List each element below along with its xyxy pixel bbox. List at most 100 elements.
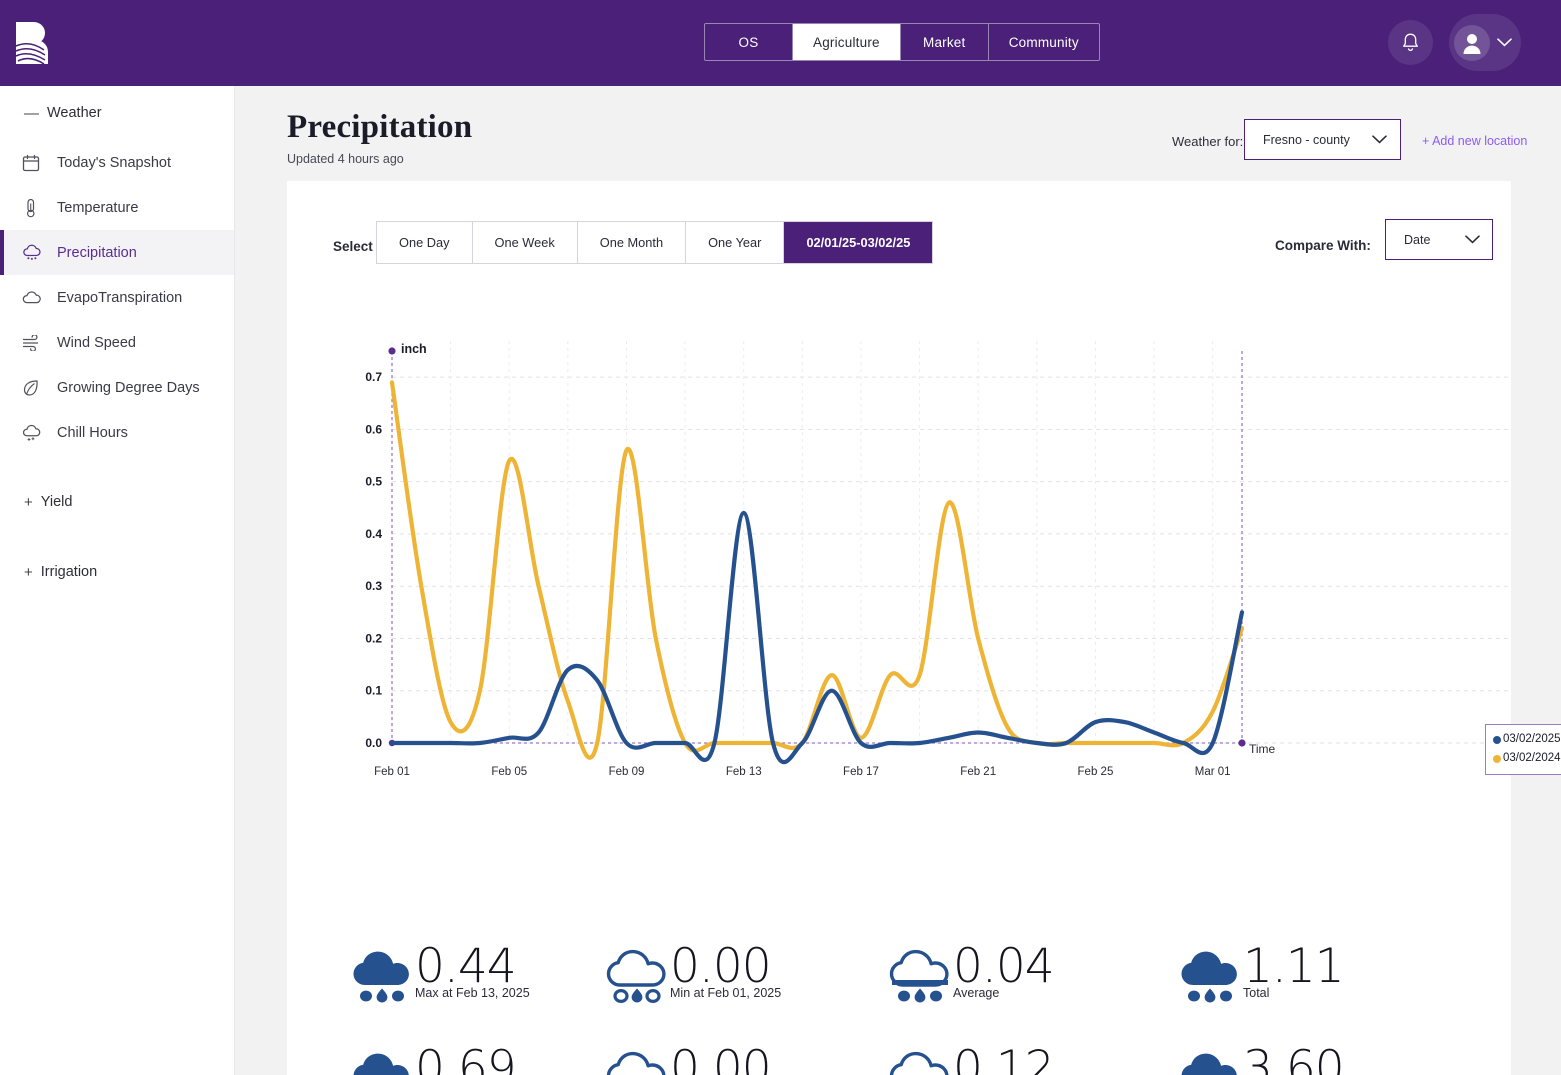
cloud-rain-filled-icon [1177, 1051, 1247, 1075]
svg-text:0.7: 0.7 [365, 370, 382, 384]
nav-tab-label: Agriculture [813, 34, 880, 50]
stat-text: 0.44 Max at Feb 13, 2025 [415, 941, 530, 1001]
sidebar-item-precipitation[interactable]: Precipitation [0, 230, 234, 275]
svg-text:0.3: 0.3 [365, 579, 382, 593]
chevron-down-icon [1372, 135, 1387, 144]
sidebar-group-label: Weather [47, 105, 102, 121]
cloud-rain-filled-icon [1177, 949, 1247, 1007]
location-select[interactable]: Fresno - county [1244, 119, 1401, 160]
sidebar-group-label: Yield [40, 494, 73, 510]
sidebar-group-yield[interactable]: + Yield [0, 477, 234, 527]
leaf-icon [22, 377, 48, 399]
user-menu[interactable] [1449, 14, 1521, 71]
svg-text:0.1: 0.1 [365, 684, 382, 698]
stat-min-2024: 0.00 Min at Feb 08, 2024 [587, 1043, 877, 1075]
cloud-rain-outline-icon [604, 1051, 674, 1075]
stat-text: 0.12 Average [953, 1041, 1055, 1075]
sidebar-group-irrigation[interactable]: + Irrigation [0, 547, 234, 597]
sidebar: — Weather Today's Snapshot Temperature P… [0, 86, 235, 1075]
rain-cloud-icon [22, 242, 48, 264]
tooltip-row-2025: 03/02/2025 0.25IN [1493, 730, 1561, 749]
stat-total-2024: 3.60 Total [1172, 1043, 1462, 1075]
svg-text:Feb 17: Feb 17 [843, 766, 879, 778]
page-title: Precipitation [287, 109, 473, 145]
svg-text:0.4: 0.4 [365, 527, 382, 541]
range-tab-label: One Year [708, 235, 762, 250]
range-tab-label: One Week [494, 235, 555, 250]
chart-x-axis-labels: Feb 01 Feb 05 Feb 09 Feb 13 Feb 17 Feb 21 Feb … [374, 766, 1230, 778]
nav-tab-label: Market [923, 34, 966, 50]
compare-with-select[interactable]: Date [1385, 219, 1493, 260]
sidebar-item-label: Today's Snapshot [57, 154, 172, 171]
sidebar-item-todays-snapshot[interactable]: Today's Snapshot [0, 140, 234, 185]
range-tab-custom-dates[interactable]: 02/01/25-03/02/25 [784, 222, 933, 263]
chart-y-axis-unit: inch [401, 342, 427, 356]
last-updated-text: Updated 4 hours ago [287, 152, 404, 166]
range-tab-label: 02/01/25-03/02/25 [806, 235, 911, 250]
main-nav-tabs: OS Agriculture Market Community [704, 23, 1100, 61]
stat-average-2025: 0.04 Average [877, 941, 1172, 1043]
stat-value: 0.12 [953, 1041, 1055, 1075]
brand-logo[interactable] [14, 20, 58, 66]
stat-caption: Min at Feb 01, 2025 [670, 986, 782, 1000]
nav-tab-label: OS [738, 34, 759, 50]
tooltip-row-2024: 03/02/2024 0.22IN [1493, 749, 1561, 768]
add-new-location-link[interactable]: + Add new location [1422, 134, 1527, 148]
stat-value: 0.69 [415, 1041, 517, 1075]
cloud-icon [22, 287, 48, 309]
stat-value: 3.60 [1243, 1041, 1345, 1075]
range-tab-one-year[interactable]: One Year [686, 222, 785, 263]
sidebar-item-wind-speed[interactable]: Wind Speed [0, 320, 234, 365]
cloud-rain-filled-icon [349, 1051, 419, 1075]
chart-x-axis-unit: Time [1249, 742, 1276, 756]
range-tabs: One Day One Week One Month One Year 02/0… [376, 221, 934, 264]
stat-text: 0.00 Min at Feb 08, 2024 [670, 1043, 781, 1075]
range-tab-one-month[interactable]: One Month [578, 222, 687, 263]
tooltip-dot-2025 [1493, 735, 1501, 744]
sidebar-item-temperature[interactable]: Temperature [0, 185, 234, 230]
sidebar-item-chill-hours[interactable]: Chill Hours [0, 410, 234, 455]
svg-text:0.2: 0.2 [365, 631, 382, 645]
range-tab-one-week[interactable]: One Week [473, 222, 578, 263]
stat-value: 0.00 [670, 1041, 772, 1075]
sidebar-item-label: EvapoTranspiration [57, 289, 183, 306]
range-tab-label: One Month [599, 235, 664, 250]
svg-text:0.5: 0.5 [365, 475, 382, 489]
sidebar-group-label: Irrigation [40, 564, 98, 580]
svg-text:Mar 01: Mar 01 [1195, 766, 1231, 778]
range-tab-one-day[interactable]: One Day [377, 222, 473, 263]
stat-max-2025: 0.44 Max at Feb 13, 2025 [287, 941, 587, 1043]
location-select-value: Fresno - county [1263, 132, 1350, 147]
svg-text:Feb 13: Feb 13 [726, 766, 762, 778]
nav-tab-agriculture[interactable]: Agriculture [793, 24, 901, 60]
nav-tab-community[interactable]: Community [989, 24, 1099, 60]
sidebar-group-weather[interactable]: — Weather [0, 86, 234, 140]
app-root: OS Agriculture Market Community — Weathe… [0, 0, 1561, 1075]
svg-text:Feb 21: Feb 21 [960, 766, 996, 778]
chart-tooltip: 03/02/2025 0.25IN 03/02/2024 0.22IN [1485, 724, 1561, 775]
nav-tab-os[interactable]: OS [705, 24, 793, 60]
compare-with-value: Date [1404, 232, 1431, 247]
calendar-icon [22, 152, 48, 174]
svg-text:Feb 01: Feb 01 [374, 766, 410, 778]
stat-average-2024: 0.12 Average [877, 1043, 1172, 1075]
tooltip-date: 03/02/2025 [1503, 733, 1561, 745]
sidebar-item-label: Growing Degree Days [57, 379, 200, 396]
stat-text: 1.11 Total [1243, 941, 1345, 1001]
chart-y-axis-labels: 0.0 0.1 0.2 0.3 0.4 0.5 0.6 0.7 [365, 370, 382, 750]
nav-tab-market[interactable]: Market [901, 24, 989, 60]
tooltip-date: 03/02/2024 [1503, 752, 1561, 764]
chart-cursor-handle-left[interactable] [388, 347, 396, 355]
thermometer-icon [22, 197, 48, 219]
sidebar-item-label: Chill Hours [57, 424, 128, 441]
collapse-icon: — [24, 104, 39, 122]
chart-cursor-handle-right[interactable] [1238, 739, 1246, 747]
precipitation-chart: 0.0 0.1 0.2 0.3 0.4 0.5 0.6 0.7 Feb 01 Feb 05 Feb… [287, 331, 1561, 861]
notifications-button[interactable] [1388, 20, 1433, 65]
weather-for-label: Weather for: [1172, 134, 1244, 149]
select-label: Select [333, 239, 373, 254]
svg-text:0.0: 0.0 [365, 736, 382, 750]
cloud-rain-half-icon [887, 1051, 957, 1075]
sidebar-item-evapotranspiration[interactable]: EvapoTranspiration [0, 275, 234, 320]
sidebar-item-growing-degree-days[interactable]: Growing Degree Days [0, 365, 234, 410]
